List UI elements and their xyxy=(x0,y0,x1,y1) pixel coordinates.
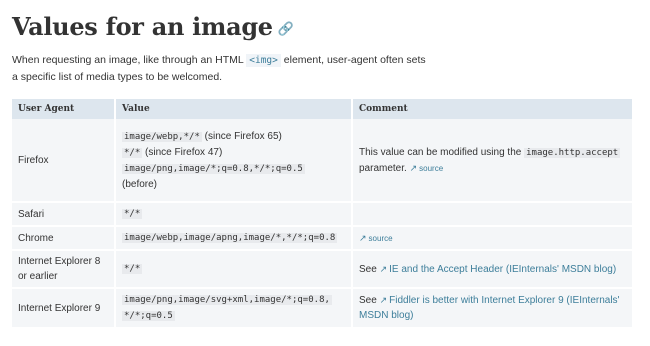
value-cell: image/webp,*/* (since Firefox 65) */* (s… xyxy=(115,119,353,203)
comment-cell: ↗ source xyxy=(352,226,634,251)
table-row: Chrome image/webp,image/apng,image/*,*/*… xyxy=(12,226,634,251)
img-element-code: <img> xyxy=(246,54,281,67)
agent-cell: Internet Explorer 8 or earlier xyxy=(12,250,116,289)
table-header-row: User Agent Value Comment xyxy=(12,99,634,119)
external-link-icon: ↗ xyxy=(379,295,388,305)
table-row: Safari */* xyxy=(12,202,634,227)
agent-cell: Firefox xyxy=(12,119,116,203)
page-title: Values for an image 🔗 xyxy=(12,12,294,41)
ie-accept-header-link[interactable]: IE and the Accept Header (IEInternals' M… xyxy=(389,264,616,275)
source-link[interactable]: source xyxy=(369,234,393,243)
comment-cell: See ↗ IE and the Accept Header (IEInterna… xyxy=(352,250,634,289)
header-value: Value xyxy=(115,99,353,119)
header-comment: Comment xyxy=(352,99,634,119)
source-link[interactable]: source xyxy=(419,164,443,173)
external-link-icon: ↗ xyxy=(409,162,418,173)
value-cell: image/webp,image/apng,image/*,*/*;q=0.8 xyxy=(115,226,353,251)
table-row: Internet Explorer 8 or earlier */* See ↗… xyxy=(12,250,634,289)
table-row: Internet Explorer 9 image/png,image/svg+… xyxy=(12,288,634,329)
external-link-icon: ↗ xyxy=(359,232,367,243)
value-cell: image/png,image/svg+xml,image/*;q=0.8, *… xyxy=(115,288,353,329)
external-link-icon: ↗ xyxy=(379,263,388,274)
fiddler-ie9-link[interactable]: Fiddler is better with Internet Explorer… xyxy=(359,295,619,321)
agent-cell: Chrome xyxy=(12,226,116,251)
value-cell: */* xyxy=(115,250,353,289)
values-table: User Agent Value Comment Firefox image/w… xyxy=(12,99,634,329)
comment-cell: See ↗ Fiddler is better with Internet Exp… xyxy=(352,288,634,329)
link-icon[interactable]: 🔗 xyxy=(278,22,294,37)
value-cell: */* xyxy=(115,202,353,227)
intro-paragraph: When requesting an image, like through a… xyxy=(12,54,426,83)
agent-cell: Safari xyxy=(12,202,116,227)
comment-cell xyxy=(352,202,634,227)
agent-cell: Internet Explorer 9 xyxy=(12,288,116,329)
comment-cell: This value can be modified using the ima… xyxy=(352,119,634,203)
header-user-agent: User Agent xyxy=(12,99,116,119)
table-row: Firefox image/webp,*/* (since Firefox 65… xyxy=(12,119,634,203)
